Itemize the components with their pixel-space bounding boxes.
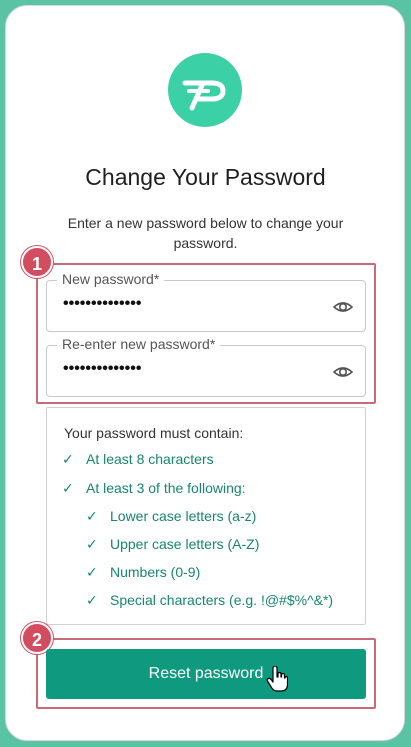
brand-logo (168, 53, 242, 127)
requirement-text: At least 8 characters (86, 451, 214, 467)
check-icon: ✓ (86, 508, 98, 524)
reset-password-label: Reset password (148, 665, 264, 682)
page-title: Change Your Password (85, 164, 326, 190)
requirement-item: ✓ At least 8 characters (62, 451, 214, 468)
check-icon: ✓ (86, 592, 98, 608)
new-password-field[interactable]: New password* •••••••••••••• (46, 271, 366, 332)
requirement-item: ✓ Special characters (e.g. !@#$%^&*) (86, 592, 333, 609)
eye-icon[interactable] (333, 363, 353, 381)
requirement-text: Upper case letters (A-Z) (110, 536, 260, 552)
requirement-item: ✓ At least 3 of the following: (62, 480, 246, 497)
requirement-text: Lower case letters (a-z) (110, 508, 257, 524)
requirement-item: ✓ Upper case letters (A-Z) (86, 536, 259, 553)
requirement-item: ✓ Lower case letters (a-z) (86, 508, 256, 525)
confirm-password-value: •••••••••••••• (63, 360, 142, 377)
requirements-title: Your password must contain: (64, 425, 244, 441)
confirm-password-label: Re-enter new password* (57, 336, 221, 352)
page-subtitle: Enter a new password below to change you… (67, 215, 344, 251)
check-icon: ✓ (62, 451, 74, 467)
check-icon: ✓ (86, 564, 98, 580)
requirement-text: Special characters (e.g. !@#$%^&*) (110, 592, 334, 608)
hand-cursor-icon (266, 666, 288, 692)
confirm-password-field[interactable]: Re-enter new password* •••••••••••••• (46, 336, 366, 397)
new-password-value: •••••••••••••• (63, 295, 142, 312)
eye-icon[interactable] (333, 298, 353, 316)
logo-glyph-icon (182, 80, 226, 111)
requirement-item: ✓ Numbers (0-9) (86, 564, 200, 581)
new-password-label: New password* (57, 271, 165, 287)
reset-password-button[interactable]: Reset password (46, 649, 366, 699)
requirement-text: At least 3 of the following: (86, 480, 246, 496)
requirement-text: Numbers (0-9) (110, 564, 201, 580)
check-icon: ✓ (62, 480, 74, 496)
check-icon: ✓ (86, 536, 98, 552)
step-badge-1: 1 (21, 246, 53, 278)
